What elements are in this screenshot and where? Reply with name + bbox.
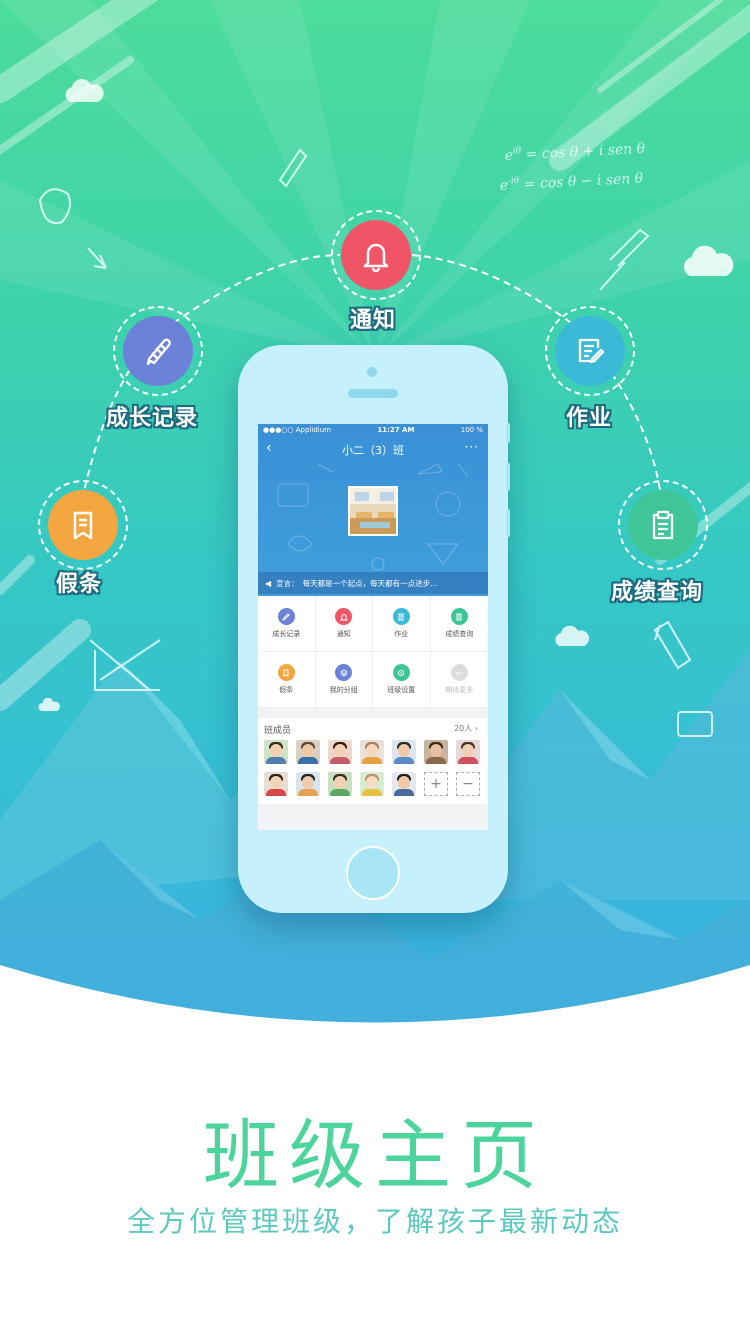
phone-speaker — [348, 389, 398, 398]
pencil-icon — [277, 608, 295, 625]
grid-item-my-groups[interactable]: 我的分组 — [315, 652, 373, 708]
feature-leave-label: 假条 — [56, 572, 103, 597]
feature-notice-badge — [341, 220, 411, 290]
phone-side-button — [506, 463, 510, 491]
status-bar: ●●●○○ Applidium 11:27 AM 100 % — [258, 424, 488, 436]
grid-label: 我的分组 — [329, 686, 358, 694]
grid-item-grades[interactable]: 成绩查询 — [430, 596, 488, 652]
page-subtitle: 全方位管理班级，了解孩子最新动态 — [126, 1205, 623, 1238]
remove-member-button[interactable]: − — [456, 772, 480, 796]
svg-text:e-iθ = cos θ − i sen θ: e-iθ = cos θ − i sen θ — [499, 169, 644, 194]
pencil-icon — [146, 338, 171, 366]
member-avatar[interactable] — [360, 772, 384, 796]
grid-label: 通知 — [336, 630, 351, 638]
layers-icon — [335, 664, 353, 681]
member-avatar-row — [264, 740, 488, 764]
member-avatar[interactable] — [264, 740, 288, 764]
cloud-icon — [38, 698, 60, 711]
feature-homework-badge — [555, 316, 625, 386]
classroom-image — [350, 488, 396, 534]
document-edit-icon — [578, 338, 605, 364]
feature-grades-badge — [628, 490, 698, 560]
feature-leave-note[interactable] — [38, 480, 128, 570]
member-avatar[interactable] — [456, 740, 480, 764]
members-title: 班成员 — [264, 726, 292, 736]
feature-growth-record[interactable] — [113, 306, 203, 396]
feature-notice[interactable] — [331, 210, 421, 300]
phone-screen: 小二（3）班 ‹ ··· ◀ 宣言： 每天都是一个起点，每天都有一点进步... … — [258, 424, 488, 830]
bell-icon — [363, 243, 389, 273]
feature-growth-label: 成长记录 — [106, 406, 199, 431]
more-icon — [450, 664, 468, 681]
phone-camera — [367, 367, 377, 377]
grid-item-leave-note[interactable]: 假条 — [258, 652, 316, 708]
grid-item-coming-soon: 期待更多 — [430, 652, 488, 708]
document-edit-icon — [392, 608, 410, 625]
status-time: 11:27 AM — [377, 426, 415, 434]
phone-mockup: 小二（3）班 ‹ ··· ◀ 宣言： 每天都是一个起点，每天都有一点进步... … — [238, 345, 510, 913]
cloud-icon — [65, 78, 104, 102]
megaphone-icon: ◀ — [265, 578, 272, 588]
class-photo[interactable] — [348, 486, 398, 536]
add-member-button[interactable]: + — [424, 772, 448, 796]
hero-banner: eiθ = cos θ + i sen θ e-iθ = cos θ − i s… — [0, 0, 750, 1030]
phone-home-button — [346, 846, 400, 900]
phone-side-button — [506, 509, 510, 537]
member-avatar[interactable] — [392, 772, 416, 796]
member-avatar[interactable] — [328, 772, 352, 796]
member-avatar[interactable] — [360, 740, 384, 764]
feature-leave-badge — [48, 490, 118, 560]
feature-grades[interactable] — [618, 480, 708, 570]
feature-grades-label: 成绩查询 — [611, 580, 704, 605]
grid-item-homework[interactable]: 作业 — [373, 596, 431, 652]
cloud-icon — [683, 245, 734, 276]
bookmark-note-icon — [277, 664, 295, 681]
bookmark-note-icon — [73, 511, 93, 540]
announcement-label: 宣言： — [276, 578, 299, 588]
member-avatar[interactable] — [296, 740, 320, 764]
phone-side-button — [506, 423, 510, 443]
cloud-icon — [555, 625, 590, 646]
grid-item-notice[interactable]: 通知 — [315, 596, 373, 652]
page-title: 班级主页 — [203, 1111, 547, 1200]
grid-label: 期待更多 — [445, 686, 474, 694]
grid-item-class-settings[interactable]: 班级设置 — [373, 652, 431, 708]
grid-label: 作业 — [394, 630, 409, 638]
grid-label: 假条 — [279, 686, 294, 694]
bell-icon — [335, 608, 353, 625]
member-avatar-row: + − — [264, 772, 488, 796]
member-avatar[interactable] — [424, 740, 448, 764]
feature-homework[interactable] — [545, 306, 635, 396]
gear-icon — [392, 664, 410, 681]
grid-item-growth-record[interactable]: 成长记录 — [258, 596, 316, 652]
grid-label: 班级设置 — [387, 686, 416, 694]
grid-label: 成长记录 — [272, 630, 301, 638]
member-avatar[interactable] — [392, 740, 416, 764]
feature-homework-label: 作业 — [566, 406, 613, 431]
clipboard-icon — [652, 510, 674, 540]
member-avatar[interactable] — [296, 772, 320, 796]
status-battery: 100 % — [460, 426, 483, 434]
announcement-bar[interactable]: ◀ 宣言： 每天都是一个起点，每天都有一点进步... — [258, 572, 488, 594]
more-button[interactable]: ··· — [465, 440, 479, 454]
class-title: 小二（3）班 — [342, 444, 404, 457]
class-header: 小二（3）班 ‹ ··· ◀ 宣言： 每天都是一个起点，每天都有一点进步... — [258, 424, 488, 596]
feature-grid: 成长记录 通知 作业 成绩查询 假条 我的分组 班级设置 期待更多 — [258, 596, 488, 708]
member-avatar[interactable] — [328, 740, 352, 764]
members-count-link[interactable]: 20人 › — [454, 723, 478, 734]
grid-label: 成绩查询 — [445, 630, 474, 638]
member-avatar[interactable] — [264, 772, 288, 796]
status-carrier: ●●●○○ Applidium — [263, 426, 331, 434]
back-button[interactable]: ‹ — [266, 440, 272, 456]
class-members-panel: 班成员 20人 › + − — [258, 718, 488, 804]
feature-growth-badge — [123, 316, 193, 386]
feature-notice-label: 通知 — [350, 308, 397, 333]
announcement-text: 每天都是一个起点，每天都有一点进步... — [302, 578, 438, 588]
clipboard-icon — [450, 608, 468, 625]
